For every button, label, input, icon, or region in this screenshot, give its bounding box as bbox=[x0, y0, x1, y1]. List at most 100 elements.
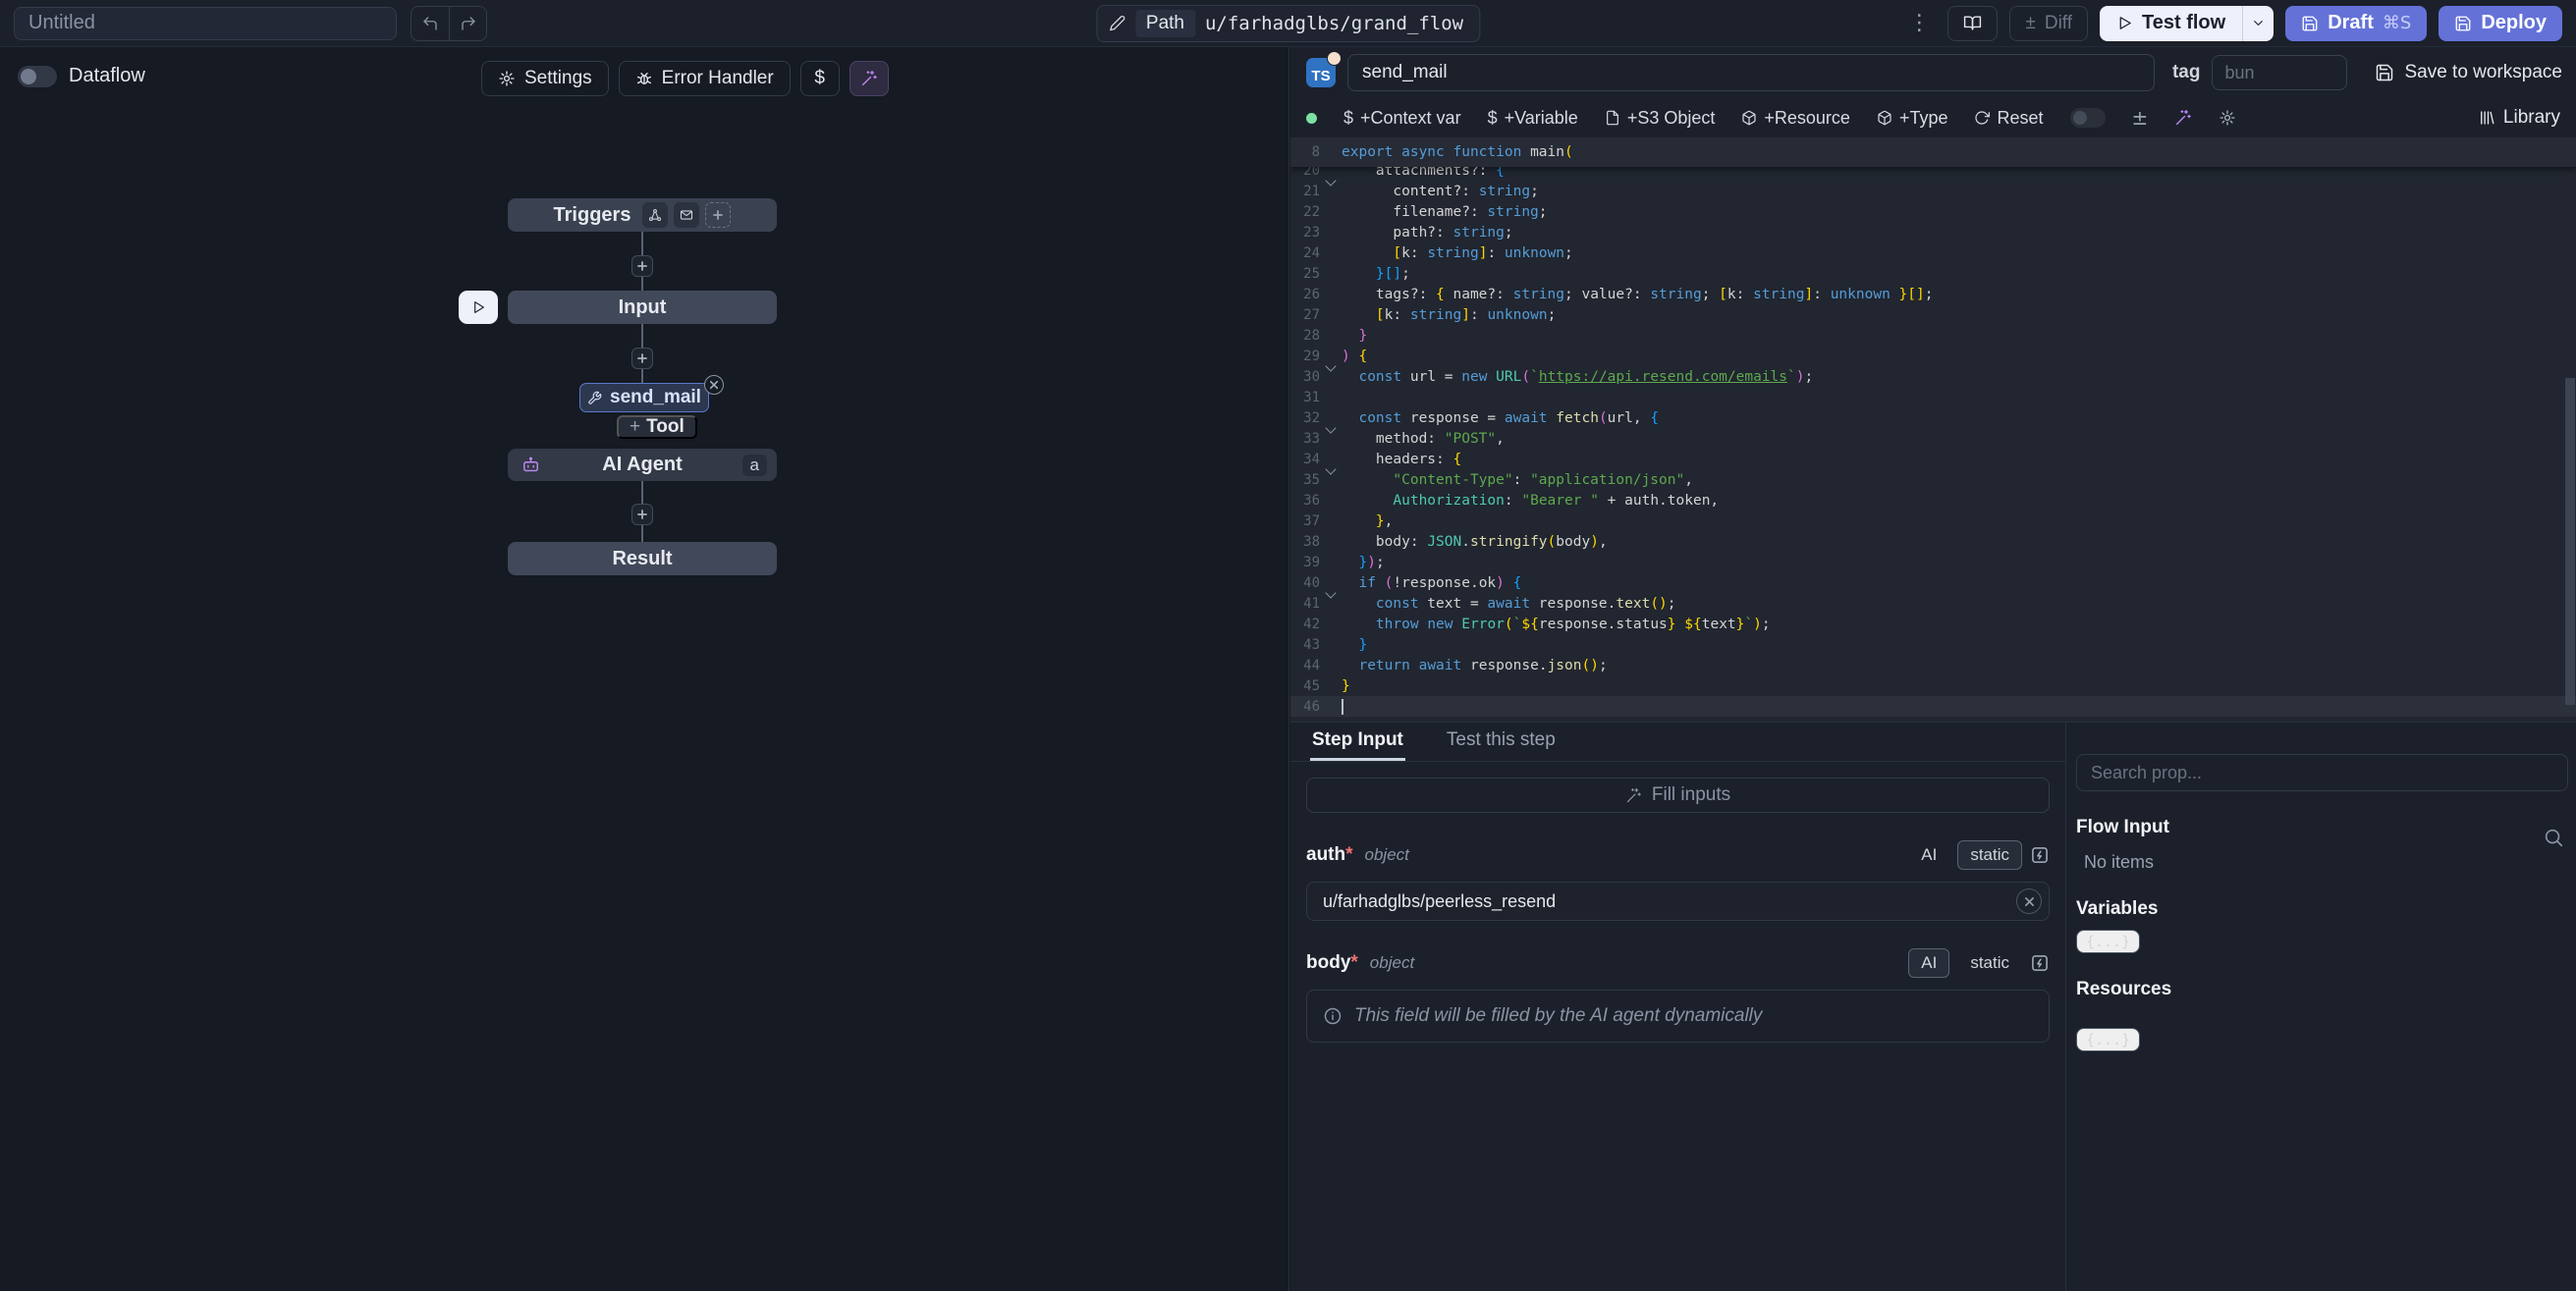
sticky-scope-line[interactable]: 8export async function main( bbox=[1290, 137, 2576, 167]
code-line-45[interactable]: 45} bbox=[1290, 675, 2576, 696]
code-line-24[interactable]: 24 [k: string]: unknown; bbox=[1290, 242, 2576, 263]
body-expression-button[interactable] bbox=[2030, 953, 2050, 973]
tab-test-this-step[interactable]: Test this step bbox=[1445, 723, 1558, 761]
code-line-46[interactable]: 46 bbox=[1290, 696, 2576, 717]
resources-object-pill[interactable]: {...} bbox=[2076, 1028, 2140, 1051]
code-line-31[interactable]: 31 bbox=[1290, 387, 2576, 407]
node-send-mail[interactable]: send_mail bbox=[579, 383, 709, 412]
code-line-23[interactable]: 23 path?: string; bbox=[1290, 222, 2576, 242]
code-line-8[interactable]: 8export async function main( bbox=[1290, 137, 2576, 167]
auth-static-mode-button[interactable]: static bbox=[1957, 840, 2022, 870]
library-button[interactable]: Library bbox=[2478, 107, 2560, 129]
deploy-button[interactable]: Deploy bbox=[2439, 6, 2562, 41]
code-line-30[interactable]: 30 const url = new URL(`https://api.rese… bbox=[1290, 366, 2576, 387]
dataflow-toggle-group: Dataflow bbox=[18, 65, 145, 87]
diff-mode-button[interactable]: ± bbox=[2132, 106, 2149, 130]
auth-expression-button[interactable] bbox=[2030, 845, 2050, 865]
prop-search-input[interactable] bbox=[2076, 754, 2568, 791]
search-icon[interactable] bbox=[2543, 827, 2564, 848]
code-line-29[interactable]: 29) { bbox=[1290, 346, 2576, 366]
body-static-mode-button[interactable]: static bbox=[1957, 948, 2022, 978]
node-input[interactable]: Input bbox=[508, 291, 777, 324]
code-editor[interactable]: 20 attachments?: {21 content?: string;22… bbox=[1290, 137, 2576, 722]
docs-button[interactable] bbox=[1947, 6, 1998, 41]
add-variable-button[interactable]: $+Variable bbox=[1488, 108, 1578, 129]
node-triggers[interactable]: Triggers bbox=[508, 198, 777, 232]
settings-button[interactable]: Settings bbox=[481, 61, 609, 96]
code-line-33[interactable]: 33 method: "POST", bbox=[1290, 428, 2576, 449]
code-line-43[interactable]: 43 } bbox=[1290, 634, 2576, 655]
code-line-39[interactable]: 39 }); bbox=[1290, 552, 2576, 572]
code-line-27[interactable]: 27 [k: string]: unknown; bbox=[1290, 304, 2576, 325]
reset-button[interactable]: Reset bbox=[1974, 108, 2043, 129]
code-line-28[interactable]: 28 } bbox=[1290, 325, 2576, 346]
test-flow-button[interactable]: Test flow bbox=[2100, 6, 2242, 41]
diff-button[interactable]: ± Diff bbox=[2009, 6, 2088, 41]
insert-step-button-1[interactable] bbox=[631, 255, 653, 277]
field-body: body* object AI static This field will b… bbox=[1306, 948, 2050, 1043]
code-line-21[interactable]: 21 content?: string; bbox=[1290, 181, 2576, 201]
body-ai-info-box: This field will be filled by the AI agen… bbox=[1306, 990, 2050, 1043]
code-line-36[interactable]: 36 Authorization: "Bearer " + auth.token… bbox=[1290, 490, 2576, 511]
add-trigger-button[interactable] bbox=[705, 202, 731, 228]
add-context-var-button[interactable]: $+Context var bbox=[1343, 108, 1461, 129]
insert-step-button-3[interactable] bbox=[631, 504, 653, 525]
undo-button[interactable] bbox=[411, 7, 449, 40]
robot-icon bbox=[521, 456, 540, 474]
code-line-32[interactable]: 32 const response = await fetch(url, { bbox=[1290, 407, 2576, 428]
tag-input[interactable] bbox=[2212, 55, 2347, 90]
flow-canvas[interactable]: Dataflow Settings Error Handler $ Trigge… bbox=[0, 47, 1289, 1291]
code-line-40[interactable]: 40 if (!response.ok) { bbox=[1290, 572, 2576, 593]
insert-step-button-2[interactable] bbox=[631, 348, 653, 369]
ai-wand-button[interactable] bbox=[850, 61, 889, 96]
run-input-button[interactable] bbox=[459, 291, 498, 324]
editor-scrollbar[interactable] bbox=[2565, 378, 2575, 705]
flow-editor-app: Path u/farhadglbs/grand_flow ⋮ ± Diff Te… bbox=[0, 0, 2576, 1291]
field-type: object bbox=[1370, 953, 1414, 973]
variables-object-pill[interactable]: {...} bbox=[2076, 930, 2140, 953]
code-line-44[interactable]: 44 return await response.json(); bbox=[1290, 655, 2576, 675]
code-line-38[interactable]: 38 body: JSON.stringify(body), bbox=[1290, 531, 2576, 552]
path-pill[interactable]: Path u/farhadglbs/grand_flow bbox=[1096, 5, 1480, 42]
draft-button[interactable]: Draft ⌘S bbox=[2285, 6, 2427, 41]
ai-assist-button[interactable] bbox=[2174, 109, 2192, 127]
tab-step-input[interactable]: Step Input bbox=[1310, 723, 1405, 761]
node-result[interactable]: Result bbox=[508, 542, 777, 575]
remove-tool-button[interactable] bbox=[704, 375, 724, 395]
editor-settings-button[interactable] bbox=[2219, 109, 2236, 127]
fill-inputs-button[interactable]: Fill inputs bbox=[1306, 778, 2050, 813]
dollar-button[interactable]: $ bbox=[800, 61, 840, 96]
error-handler-button[interactable]: Error Handler bbox=[619, 61, 791, 96]
add-resource-button[interactable]: +Resource bbox=[1741, 108, 1850, 129]
step-name-input[interactable] bbox=[1347, 54, 2155, 91]
body-ai-mode-button[interactable]: AI bbox=[1908, 948, 1949, 978]
auth-ai-mode-button[interactable]: AI bbox=[1908, 840, 1949, 870]
code-line-35[interactable]: 35 "Content-Type": "application/json", bbox=[1290, 469, 2576, 490]
test-flow-dropdown-button[interactable] bbox=[2242, 6, 2274, 41]
redo-button[interactable] bbox=[449, 7, 486, 40]
code-line-41[interactable]: 41 const text = await response.text(); bbox=[1290, 593, 2576, 614]
code-line-22[interactable]: 22 filename?: string; bbox=[1290, 201, 2576, 222]
code-line-26[interactable]: 26 tags?: { name?: string; value?: strin… bbox=[1290, 284, 2576, 304]
file-icon bbox=[1605, 110, 1620, 126]
editor-option-toggle[interactable] bbox=[2070, 108, 2106, 128]
add-tool-button[interactable]: + Tool bbox=[617, 415, 697, 439]
dollar-icon: $ bbox=[1488, 108, 1498, 129]
code-line-34[interactable]: 34 headers: { bbox=[1290, 449, 2576, 469]
email-trigger-icon[interactable] bbox=[674, 202, 699, 228]
add-s3-object-button[interactable]: +S3 Object bbox=[1605, 108, 1716, 129]
dataflow-toggle[interactable] bbox=[18, 66, 57, 87]
code-line-37[interactable]: 37 }, bbox=[1290, 511, 2576, 531]
flow-title-input[interactable] bbox=[14, 7, 397, 40]
topbar: Path u/farhadglbs/grand_flow ⋮ ± Diff Te… bbox=[0, 0, 2576, 47]
webhook-icon[interactable] bbox=[642, 202, 668, 228]
code-line-25[interactable]: 25 }[]; bbox=[1290, 263, 2576, 284]
clear-auth-button[interactable] bbox=[2016, 888, 2042, 914]
more-options-button[interactable]: ⋮ bbox=[1902, 11, 1936, 35]
code-line-42[interactable]: 42 throw new Error(`${response.status} $… bbox=[1290, 614, 2576, 634]
auth-resource-input[interactable] bbox=[1306, 882, 2050, 921]
node-ai-agent[interactable]: AI Agent a bbox=[508, 449, 777, 481]
play-icon bbox=[2116, 15, 2133, 31]
add-type-button[interactable]: +Type bbox=[1877, 108, 1948, 129]
save-to-workspace-button[interactable]: Save to workspace bbox=[2375, 62, 2562, 83]
